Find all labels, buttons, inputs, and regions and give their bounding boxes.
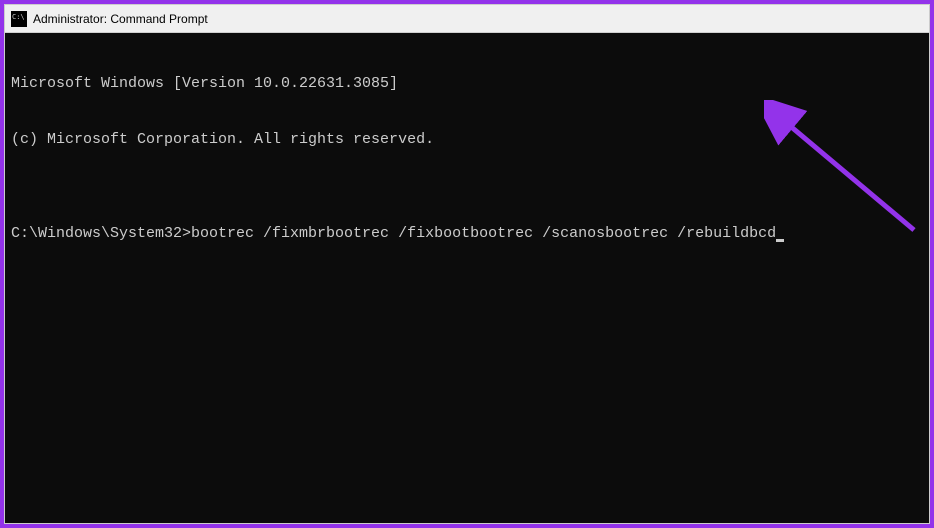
- window-title: Administrator: Command Prompt: [33, 12, 208, 26]
- command-line: C:\Windows\System32>bootrec /fixmbrbootr…: [11, 225, 923, 244]
- terminal-area[interactable]: Microsoft Windows [Version 10.0.22631.30…: [5, 33, 929, 523]
- titlebar[interactable]: Administrator: Command Prompt: [5, 5, 929, 33]
- prompt-text: C:\Windows\System32>: [11, 225, 191, 242]
- command-text: bootrec /fixmbrbootrec /fixbootbootrec /…: [191, 225, 776, 242]
- cursor-icon: [776, 239, 784, 242]
- command-prompt-window: Administrator: Command Prompt Microsoft …: [4, 4, 930, 524]
- copyright-line: (c) Microsoft Corporation. All rights re…: [11, 131, 923, 150]
- cmd-icon: [11, 11, 27, 27]
- version-line: Microsoft Windows [Version 10.0.22631.30…: [11, 75, 923, 94]
